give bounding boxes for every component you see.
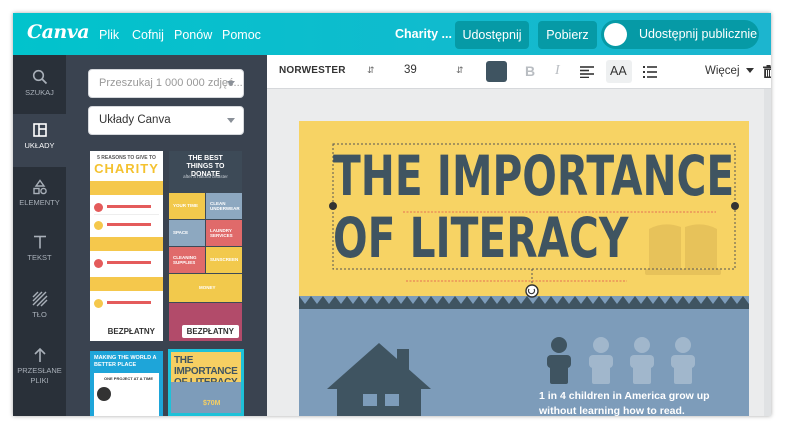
- thumb-donate-cell: MONEY: [169, 274, 242, 302]
- person-icon-light: [589, 337, 695, 384]
- thumb-literacy-lower: $70M: [171, 382, 241, 413]
- elements-icon: [32, 179, 47, 195]
- rail-search[interactable]: SZUKAJ: [13, 61, 66, 114]
- text-toolbar: NORWESTER ⇵ 39 ⇵ B I AA Więcej: [267, 55, 771, 89]
- menu-redo[interactable]: Ponów: [174, 28, 212, 42]
- more-label: Więcej: [705, 65, 740, 77]
- layout-thumbnail-literacy[interactable]: THE IMPORTANCE OF LITERACY $70M: [168, 349, 244, 416]
- toggle-knob: [604, 23, 627, 46]
- trash-icon[interactable]: [763, 65, 771, 83]
- design-stat-text[interactable]: 1 in 4 children in America grow up witho…: [539, 389, 729, 416]
- design-title[interactable]: Charity ...: [395, 27, 452, 41]
- thumb-world-subtitle: ONE PROJECT AT A TIME: [104, 376, 154, 381]
- chevron-down-icon: [227, 118, 235, 123]
- font-size-select[interactable]: 39: [404, 64, 417, 76]
- thumb-donate-subtitle: after a natural disaster: [183, 174, 228, 179]
- thumb-donate-cell: CLEAN UNDERWEAR: [206, 193, 242, 219]
- menu-help[interactable]: Pomoc: [222, 28, 261, 42]
- thumb-charity-row: [94, 257, 159, 271]
- design-title-line2[interactable]: OF LITERACY: [333, 207, 630, 269]
- thumb-literacy-stat: $70M: [203, 400, 221, 407]
- rail-uploads-label: PRZESŁANE PLIKI: [17, 366, 62, 385]
- top-bar: Canva Plik Cofnij Ponów Pomoc Charity ..…: [13, 13, 771, 55]
- layout-thumbnail-world[interactable]: MAKING THE WORLD A BETTER PLACE ONE PROJ…: [90, 351, 163, 416]
- thumb-charity-band: [90, 181, 163, 195]
- rail-text[interactable]: TEKST: [13, 226, 66, 279]
- list-icon[interactable]: [643, 65, 657, 83]
- layout-select-value: Układy Canva: [99, 114, 171, 126]
- rail-background-label: TŁO: [32, 310, 47, 319]
- canva-editor-window: Canva Plik Cofnij Ponów Pomoc Charity ..…: [13, 13, 771, 416]
- thumb-charity-row: [94, 219, 159, 233]
- thumb-world-body: ONE PROJECT AT A TIME: [94, 373, 159, 416]
- layout-thumbnail-charity[interactable]: 5 REASONS TO GIVE TO CHARITY BEZPŁATNY: [90, 151, 163, 341]
- free-badge: BEZPŁATNY: [181, 325, 239, 338]
- thumb-charity-row: [94, 297, 159, 311]
- text-color-swatch[interactable]: [486, 61, 507, 82]
- thumb-donate-cell: SPACE: [169, 220, 205, 246]
- text-icon: [33, 235, 46, 249]
- thumb-charity-row: [94, 201, 159, 215]
- layouts-panel: Przeszukaj 1 000 000 zdjęć... Układy Can…: [66, 55, 267, 416]
- rail-layouts[interactable]: UKŁADY: [13, 114, 66, 167]
- thumb-charity-band: [90, 237, 163, 251]
- more-dropdown[interactable]: Więcej: [705, 65, 754, 77]
- rail-search-label: SZUKAJ: [25, 88, 54, 97]
- thumb-world-title: MAKING THE WORLD A BETTER PLACE: [94, 355, 157, 368]
- thumb-world-figure: [97, 387, 111, 401]
- background-icon: [32, 291, 47, 307]
- thumb-donate-cell: SUNSCREEN: [206, 247, 242, 273]
- thumb-charity-title: CHARITY: [94, 161, 159, 176]
- side-rail: SZUKAJ UKŁADY ELEMENTY TEKST TŁO PRZESŁA…: [13, 55, 66, 416]
- menu-undo[interactable]: Cofnij: [132, 28, 164, 42]
- share-button[interactable]: Udostępnij: [455, 21, 529, 49]
- free-badge: BEZPŁATNY: [102, 325, 160, 338]
- thumb-donate-cell: CLEANING SUPPLIES: [169, 247, 205, 273]
- size-arrows-icon[interactable]: ⇵: [456, 65, 464, 76]
- public-share-label: Udostępnij publicznie: [639, 27, 758, 41]
- search-placeholder: Przeszukaj 1 000 000 zdjęć...: [99, 77, 243, 89]
- thumb-donate-cell: LAUNDRY SERVICES: [206, 220, 242, 246]
- italic-button[interactable]: I: [555, 63, 560, 79]
- rail-elements-label: ELEMENTY: [19, 198, 60, 207]
- rail-background[interactable]: TŁO: [13, 283, 66, 336]
- font-select[interactable]: NORWESTER: [279, 65, 346, 76]
- align-left-icon[interactable]: [580, 65, 594, 83]
- public-share-toggle[interactable]: Udostępnij publicznie: [601, 20, 759, 49]
- search-icon: [32, 69, 47, 85]
- rail-elements[interactable]: ELEMENTY: [13, 171, 66, 224]
- thumb-donate-cell: YOUR TIME: [169, 193, 205, 219]
- canva-logo[interactable]: Canva: [27, 21, 90, 43]
- design-title-line1[interactable]: THE IMPORTANCE: [333, 145, 734, 207]
- chevron-down-icon: [227, 81, 235, 86]
- uppercase-toggle[interactable]: AA: [606, 60, 632, 83]
- upload-icon: [33, 347, 46, 362]
- house-window-icon: [363, 394, 377, 406]
- house-window-icon: [385, 394, 399, 406]
- chevron-down-icon: [745, 68, 754, 73]
- thumb-charity-band: [90, 277, 163, 291]
- layout-select[interactable]: Układy Canva: [88, 106, 244, 135]
- uppercase-label: AA: [610, 64, 627, 78]
- search-input[interactable]: Przeszukaj 1 000 000 zdjęć...: [88, 69, 244, 98]
- layouts-icon: [32, 123, 47, 137]
- layout-thumbnail-donate[interactable]: THE BEST THINGS TO DONATE after a natura…: [169, 151, 242, 341]
- rail-uploads[interactable]: PRZESŁANE PLIKI: [13, 339, 66, 399]
- bold-button[interactable]: B: [525, 63, 535, 79]
- design-page[interactable]: THE IMPORTANCE OF LITERACY 1 in 4 childr…: [299, 121, 749, 416]
- canvas-scrollbar[interactable]: [764, 89, 771, 416]
- rail-layouts-label: UKŁADY: [24, 141, 55, 150]
- menu-file[interactable]: Plik: [99, 28, 119, 42]
- download-button[interactable]: Pobierz: [538, 21, 597, 49]
- rail-text-label: TEKST: [27, 253, 52, 262]
- font-select-arrows-icon[interactable]: ⇵: [367, 65, 375, 76]
